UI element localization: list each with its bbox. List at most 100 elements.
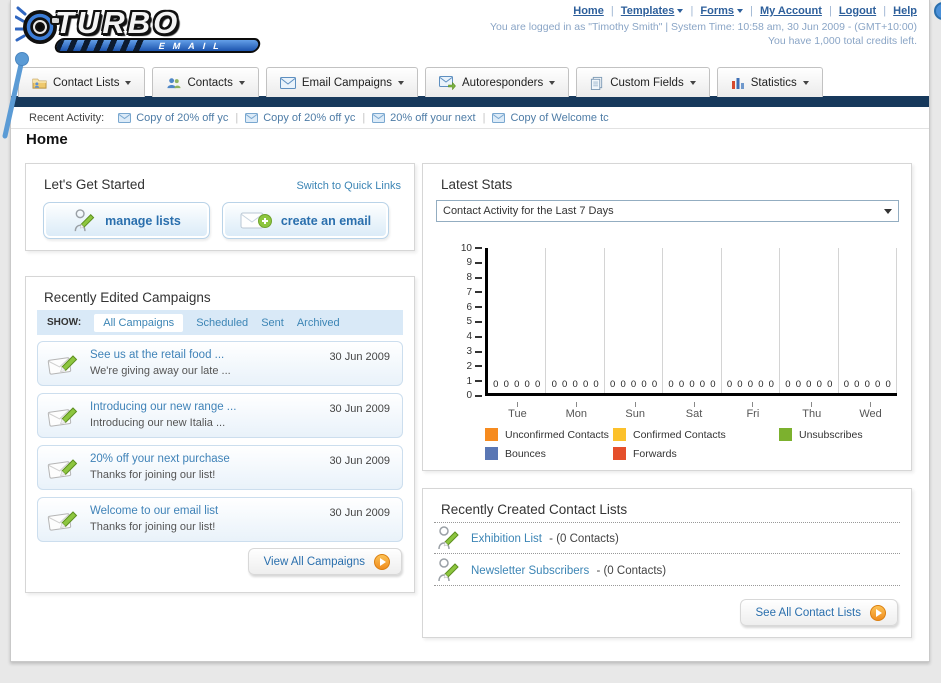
contact-list-detail: - (0 Contacts): [549, 533, 619, 545]
nav-link-templates[interactable]: Templates: [621, 5, 675, 17]
dotted-divider: [434, 522, 900, 523]
envelope-pencil-icon: [47, 459, 78, 479]
recent-activity-item[interactable]: Copy of Welcome tc: [492, 111, 609, 124]
chevron-down-icon: [689, 80, 696, 85]
contact-list-row: Exhibition List - (0 Contacts): [471, 533, 619, 545]
show-label: SHOW:: [47, 317, 82, 328]
chart-x-label: Sat: [665, 402, 724, 420]
legend-swatch: [613, 428, 626, 441]
campaign-date: 30 Jun 2009: [329, 507, 390, 519]
campaign-title-link[interactable]: Welcome to our email list: [90, 505, 218, 517]
chart-y-tick: 6: [429, 302, 482, 313]
nav-link-help[interactable]: Help: [893, 5, 917, 17]
nav-link-my-account[interactable]: My Account: [760, 5, 822, 17]
campaign-row[interactable]: Introducing our new range ... Introducin…: [37, 393, 403, 438]
nav-link-forms[interactable]: Forms: [700, 5, 734, 17]
campaign-subtitle: We're giving away our late ...: [90, 365, 231, 377]
person-pencil-icon: [74, 209, 95, 232]
help-bubble-icon[interactable]: [934, 2, 941, 20]
recent-activity-item[interactable]: Copy of 20% off yc: [245, 112, 355, 124]
campaign-row[interactable]: See us at the retail food ... We're givi…: [37, 341, 403, 386]
recent-activity-separator: |: [362, 111, 366, 124]
chevron-down-icon: [549, 80, 556, 85]
chart-value-label: 0: [630, 379, 637, 390]
recent-activity-label: Recent Activity:: [29, 111, 105, 124]
campaign-subtitle: Introducing our new Italia ...: [90, 417, 226, 429]
nav-link-logout[interactable]: Logout: [839, 5, 876, 17]
filter-archived[interactable]: Archived: [297, 317, 340, 329]
chart-value-label: 0: [534, 379, 541, 390]
chevron-down-icon: [677, 9, 684, 14]
contact-list-link[interactable]: Exhibition List: [471, 533, 542, 545]
envelope-pencil-icon: [47, 407, 78, 427]
logo-bar: EMAIL: [53, 38, 262, 53]
campaign-title-link[interactable]: 20% off your next purchase: [90, 453, 230, 465]
campaign-row[interactable]: Welcome to our email list Thanks for joi…: [37, 497, 403, 542]
arrow-right-icon: [870, 604, 886, 621]
switch-to-quick-links[interactable]: Switch to Quick Links: [296, 180, 401, 192]
tab-autoresponders[interactable]: Autoresponders: [425, 67, 570, 97]
chart-value-label: 0: [785, 379, 791, 390]
stats-period-value: Contact Activity for the Last 7 Days: [443, 205, 614, 217]
chart-y-tick: 7: [429, 287, 482, 298]
chart-value-label: 0: [524, 379, 530, 390]
chart-value-label: 0: [678, 379, 685, 390]
contact-list-link[interactable]: Newsletter Subscribers: [471, 565, 589, 577]
campaign-date: 30 Jun 2009: [329, 403, 390, 415]
chart-value-label: 0: [668, 379, 674, 390]
chart-x-label: Thu: [782, 402, 841, 420]
recent-activity-bar: Recent Activity: Copy of 20% off yc | Co…: [11, 107, 929, 129]
campaign-row[interactable]: 20% off your next purchase Thanks for jo…: [37, 445, 403, 490]
chart-day-group: 00000: [839, 248, 897, 393]
view-all-campaigns-button[interactable]: View All Campaigns: [247, 548, 402, 575]
see-all-contact-lists-button[interactable]: See All Contact Lists: [739, 599, 898, 626]
latest-stats-heading: Latest Stats: [441, 177, 513, 192]
recent-activity-item-label: Copy of 20% off yc: [136, 111, 229, 124]
legend-item: Forwards: [613, 444, 779, 463]
tab-email-campaigns[interactable]: Email Campaigns: [265, 67, 418, 97]
nav-link-home[interactable]: Home: [573, 5, 604, 17]
chart-value-label: 0: [768, 379, 774, 390]
chart-plot-groups: 00000000000000000000000000000000000: [485, 248, 897, 396]
navy-divider-bar: [11, 96, 929, 107]
tab-contacts[interactable]: Contacts: [152, 67, 259, 97]
stats-period-select[interactable]: Contact Activity for the Last 7 Days: [436, 200, 899, 222]
get-started-heading: Let's Get Started: [44, 177, 145, 192]
filter-sent[interactable]: Sent: [261, 317, 284, 329]
recent-activity-item-label: 20% off your next: [390, 111, 476, 124]
chart-y-tick: 1: [429, 376, 482, 387]
recent-activity-item[interactable]: Copy of 20% off yc: [118, 112, 228, 124]
chart-y-tick: 10: [429, 243, 482, 254]
campaign-title-link[interactable]: See us at the retail food ...: [90, 349, 224, 361]
chart-value-label: 0: [641, 379, 647, 390]
chart-y-tick: 8: [429, 272, 482, 283]
chart-value-label: 0: [651, 379, 658, 390]
manage-lists-button[interactable]: manage lists: [43, 202, 210, 239]
logo-text: TURBO EMAIL: [53, 5, 262, 53]
tab-custom-fields[interactable]: Custom Fields: [576, 67, 710, 97]
contacts-icon: [167, 77, 181, 88]
dotted-divider: [434, 553, 900, 554]
filter-all-campaigns[interactable]: All Campaigns: [94, 313, 184, 332]
statistics-icon: [731, 78, 744, 89]
chart-y-tick: 0: [429, 390, 482, 401]
chart-day-group: 00000: [722, 248, 781, 393]
envelope-icon: [492, 112, 506, 123]
create-an-email-button[interactable]: create an email: [222, 202, 389, 239]
chart-value-label: 0: [493, 379, 499, 390]
campaign-title-link[interactable]: Introducing our new range ...: [90, 401, 236, 413]
arrow-right-icon: [374, 553, 390, 570]
campaigns-heading: Recently Edited Campaigns: [44, 290, 211, 305]
chart-value-label: 0: [843, 379, 849, 390]
latest-stats-panel: Latest Stats Contact Activity for the La…: [422, 163, 912, 471]
recent-activity-item-label: Copy of Welcome tc: [510, 111, 609, 124]
chart-value-label: 0: [503, 379, 509, 390]
legend-item: Confirmed Contacts: [613, 425, 779, 444]
recent-activity-item[interactable]: 20% off your next: [372, 111, 476, 124]
campaign-subtitle: Thanks for joining our list!: [90, 521, 216, 533]
filter-scheduled[interactable]: Scheduled: [196, 317, 248, 329]
recent-activity-separator: |: [482, 111, 486, 124]
tab-statistics[interactable]: Statistics: [716, 67, 823, 97]
chart-value-label: 0: [689, 379, 695, 390]
chart-day-group: 00000: [780, 248, 839, 393]
